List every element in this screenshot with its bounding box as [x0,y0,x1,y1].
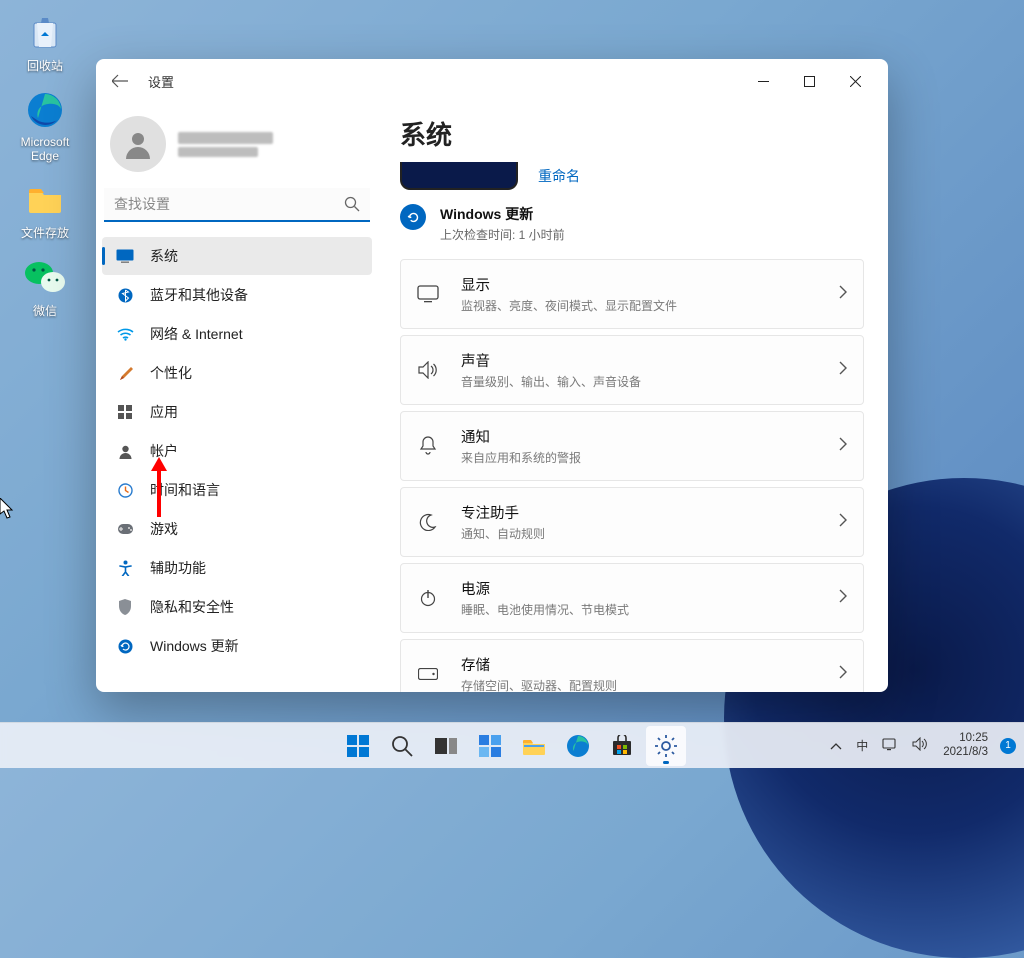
sidebar: 系统 蓝牙和其他设备 网络 & Internet 个性化 应用 帐户 时间和语言… [96,103,380,692]
close-button[interactable] [832,66,878,96]
gamepad-icon [116,520,134,538]
chevron-right-icon [839,361,847,380]
tray-network-icon[interactable] [879,737,901,754]
settings-card-power[interactable]: 电源睡眠、电池使用情况、节电模式 [400,563,864,633]
taskbar-settings[interactable] [646,726,686,766]
taskbar-center [338,726,686,766]
accessibility-icon [116,559,134,577]
chevron-right-icon [839,589,847,608]
sidebar-item-time[interactable]: 时间和语言 [102,471,372,509]
sound-icon [417,361,439,379]
settings-card-display[interactable]: 显示监视器、亮度、夜间模式、显示配置文件 [400,259,864,329]
tray-ime[interactable]: 中 [853,737,871,754]
sidebar-item-personalize[interactable]: 个性化 [102,354,372,392]
chevron-right-icon [839,513,847,532]
start-button[interactable] [338,726,378,766]
desktop-icon-recycle-bin[interactable]: 回收站 [10,6,80,84]
edge-icon [23,88,67,132]
minimize-button[interactable] [740,66,786,96]
sidebar-item-update[interactable]: Windows 更新 [102,627,372,665]
update-icon [116,637,134,655]
bluetooth-icon [116,286,134,304]
content-area: 系统 重命名 Windows 更新 上次检查时间: 1 小时前 显示监视器、亮度… [380,103,888,692]
mouse-cursor [0,498,16,520]
taskbar-taskview[interactable] [426,726,466,766]
chevron-right-icon [839,285,847,304]
account-block[interactable] [100,106,374,188]
tray-clock[interactable]: 10:25 2021/8/3 [939,732,992,760]
tray-chevron-icon[interactable] [827,739,845,753]
titlebar: 设置 [96,59,888,103]
taskbar: 中 10:25 2021/8/3 1 [0,722,1024,768]
chevron-right-icon [839,665,847,684]
taskbar-edge[interactable] [558,726,598,766]
desktop-icon-label: 文件存放 [21,226,69,240]
settings-card-focus[interactable]: 专注助手通知、自动规则 [400,487,864,557]
avatar [110,116,166,172]
taskbar-explorer[interactable] [514,726,554,766]
pc-thumbnail [400,162,518,190]
system-tray: 中 10:25 2021/8/3 1 [827,732,1016,760]
taskbar-store[interactable] [602,726,642,766]
storage-icon [417,668,439,680]
apps-icon [116,403,134,421]
power-icon [417,589,439,607]
sidebar-item-gaming[interactable]: 游戏 [102,510,372,548]
sidebar-nav: 系统 蓝牙和其他设备 网络 & Internet 个性化 应用 帐户 时间和语言… [100,236,374,666]
sidebar-item-bluetooth[interactable]: 蓝牙和其他设备 [102,276,372,314]
update-sync-icon [400,204,426,230]
search-icon [344,196,360,217]
wifi-icon [116,325,134,343]
page-title: 系统 [400,115,864,152]
window-title: 设置 [148,72,174,91]
taskbar-search[interactable] [382,726,422,766]
desktop-icon-label: Microsoft Edge [21,135,70,163]
settings-card-storage[interactable]: 存储存储空间、驱动器、配置规则 [400,639,864,692]
bell-icon [417,436,439,456]
person-icon [116,442,134,460]
tray-volume-icon[interactable] [909,737,931,754]
display-icon [417,285,439,303]
desktop-icon-label: 微信 [33,304,57,318]
folder-icon [23,177,67,221]
sidebar-item-privacy[interactable]: 隐私和安全性 [102,588,372,626]
system-icon [116,247,134,265]
tray-notification-badge[interactable]: 1 [1000,738,1016,754]
sidebar-item-accounts[interactable]: 帐户 [102,432,372,470]
recycle-bin-icon [23,10,67,54]
shield-icon [116,598,134,616]
settings-card-notifications[interactable]: 通知来自应用和系统的警报 [400,411,864,481]
clock-icon [116,481,134,499]
settings-window: 设置 系统 蓝牙和其他设备 网络 & Internet [96,59,888,692]
desktop-icon-folder[interactable]: 文件存放 [10,173,80,251]
wechat-icon [23,255,67,299]
brush-icon [116,364,134,382]
sidebar-item-apps[interactable]: 应用 [102,393,372,431]
account-name-redacted [178,129,273,160]
search-input[interactable] [104,188,370,222]
sidebar-item-network[interactable]: 网络 & Internet [102,315,372,353]
sidebar-item-system[interactable]: 系统 [102,237,372,275]
settings-card-sound[interactable]: 声音音量级别、输出、输入、声音设备 [400,335,864,405]
desktop-icon-edge[interactable]: Microsoft Edge [10,84,80,173]
taskbar-widgets[interactable] [470,726,510,766]
windows-update-row[interactable]: Windows 更新 上次检查时间: 1 小时前 [400,204,864,243]
desktop-icons: 回收站 Microsoft Edge 文件存放 微信 [10,6,80,329]
desktop-icon-wechat[interactable]: 微信 [10,251,80,329]
desktop-icon-label: 回收站 [27,59,63,73]
sidebar-item-accessibility[interactable]: 辅助功能 [102,549,372,587]
chevron-right-icon [839,437,847,456]
back-button[interactable] [106,67,134,95]
maximize-button[interactable] [786,66,832,96]
rename-link[interactable]: 重命名 [538,166,580,186]
moon-icon [417,513,439,531]
